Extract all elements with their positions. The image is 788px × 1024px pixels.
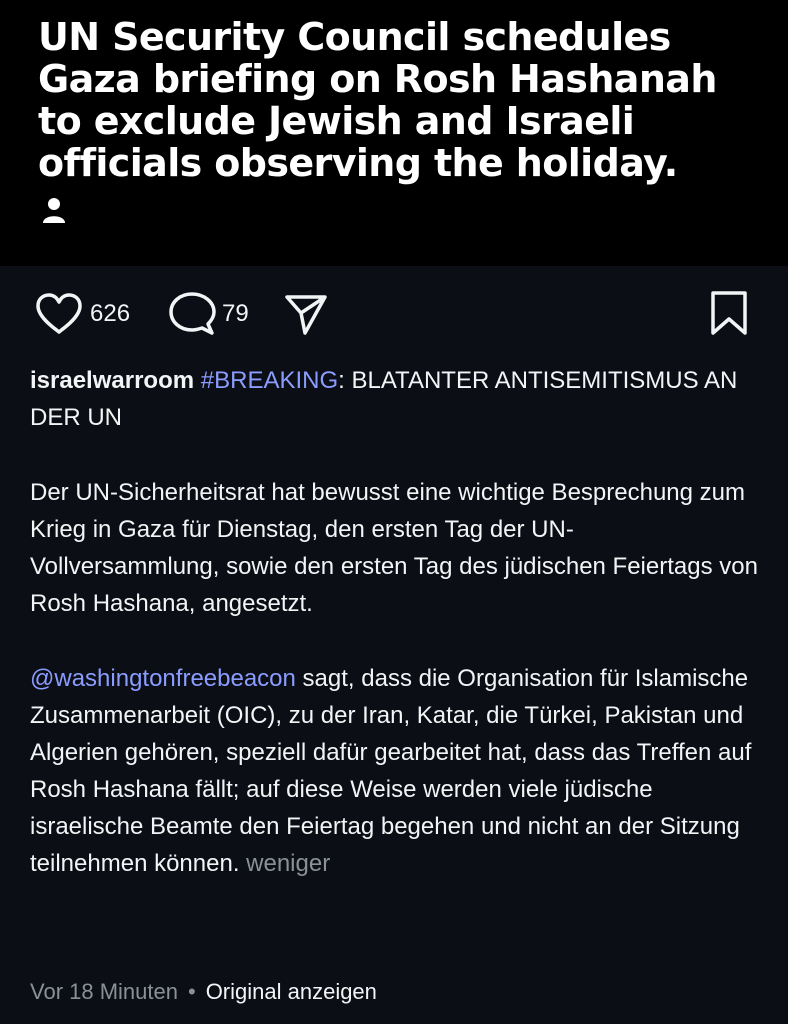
like-count: 626	[90, 300, 131, 327]
post-timestamp: Vor 18 Minuten	[30, 979, 178, 1004]
comment-icon	[169, 292, 216, 335]
author-username[interactable]: israelwarroom	[30, 367, 194, 394]
heart-icon	[36, 293, 82, 334]
show-less-link[interactable]: weniger	[246, 850, 330, 877]
caption-paragraph-2-text: sagt, dass die Organisation für Islamisc…	[30, 665, 752, 877]
action-bar: 626 79	[0, 266, 788, 360]
image-headline: UN Security Council schedules Gaza brief…	[38, 15, 717, 185]
share-button[interactable]	[283, 290, 329, 338]
show-original-link[interactable]: Original anzeigen	[206, 979, 377, 1004]
caption-intro: israelwarroom #BREAKING: BLATANTER ANTIS…	[30, 362, 760, 436]
mention-link[interactable]: @washingtonfreebeacon	[30, 665, 296, 692]
bookmark-icon	[711, 291, 747, 335]
send-icon	[285, 295, 327, 335]
meta-separator: •	[187, 979, 196, 1004]
comment-count: 79	[222, 300, 249, 327]
post-meta: Vor 18 Minuten • Original anzeigen	[30, 974, 377, 1010]
caption-paragraph-2: @washingtonfreebeacon sagt, dass die Org…	[30, 660, 760, 882]
hashtag-link[interactable]: #BREAKING	[201, 367, 338, 394]
user-tag-icon[interactable]	[42, 196, 66, 224]
save-button[interactable]	[708, 290, 750, 338]
caption-paragraph-1: Der UN-Sicherheitsrat hat bewusst eine w…	[30, 479, 758, 617]
post-image[interactable]: UN Security Council schedules Gaza brief…	[0, 0, 788, 266]
post-caption: israelwarroom #BREAKING: BLATANTER ANTIS…	[30, 362, 760, 882]
like-button[interactable]: 626	[34, 290, 130, 338]
comment-button[interactable]: 79	[168, 290, 249, 338]
